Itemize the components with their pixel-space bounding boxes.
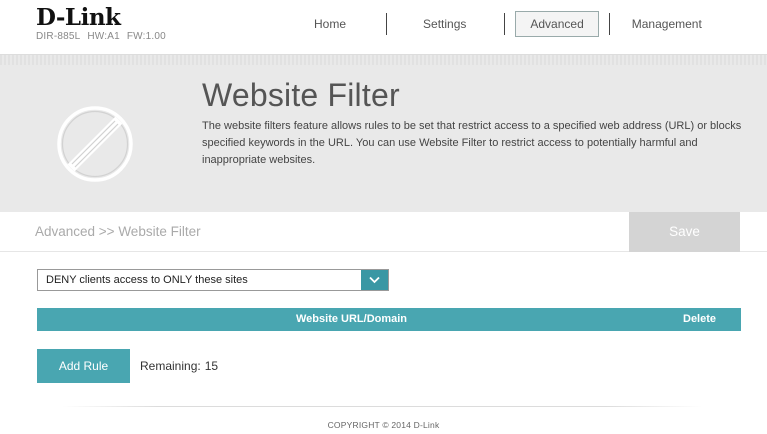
column-header-url: Website URL/Domain: [296, 313, 408, 325]
nav-advanced[interactable]: Advanced: [515, 11, 599, 37]
page-description: The website filters feature allows rules…: [202, 120, 742, 166]
page-banner: Website Filter The website filters featu…: [0, 54, 767, 212]
add-rule-button[interactable]: Add Rule: [37, 349, 130, 383]
remaining-label: Remaining:: [140, 359, 201, 373]
model-number: DIR-885L: [36, 31, 81, 42]
chevron-down-icon: [369, 276, 380, 284]
column-header-delete: Delete: [683, 313, 717, 325]
top-header: D-Link DIR-885L HW:A1 FW:1.00 Home Setti…: [0, 0, 767, 54]
breadcrumb: Advanced >> Website Filter: [35, 224, 201, 239]
page-title: Website Filter: [202, 77, 400, 113]
footer-divider: [62, 406, 702, 407]
dlink-logo: D-Link DIR-885L HW:A1 FW:1.00: [36, 4, 170, 43]
banner-texture: [0, 55, 767, 65]
filter-mode-value: DENY clients access to ONLY these sites: [46, 274, 248, 286]
nav-divider: [504, 13, 506, 35]
brand-name: D-Link: [36, 4, 121, 31]
nav-home[interactable]: Home: [290, 11, 386, 37]
hardware-version: HW:A1: [87, 31, 120, 42]
dropdown-toggle[interactable]: [361, 270, 388, 290]
filter-mode-select[interactable]: DENY clients access to ONLY these sites: [37, 269, 389, 291]
remaining-rules: Remaining: 15: [140, 359, 218, 373]
main-nav: Home Settings Advanced Management: [290, 11, 724, 37]
prohibited-icon: [57, 106, 133, 182]
breadcrumb-bar: Advanced >> Website Filter Save: [0, 212, 767, 252]
nav-management[interactable]: Management: [610, 11, 724, 37]
nav-settings[interactable]: Settings: [387, 11, 504, 37]
copyright-text: COPYRIGHT © 2014 D-Link: [327, 420, 440, 430]
save-button[interactable]: Save: [629, 212, 740, 252]
device-info: DIR-885L HW:A1 FW:1.00: [36, 31, 170, 42]
firmware-version: FW:1.00: [126, 31, 166, 42]
rules-table-header: Website URL/Domain Delete: [37, 308, 741, 331]
remaining-count: 15: [204, 359, 219, 373]
